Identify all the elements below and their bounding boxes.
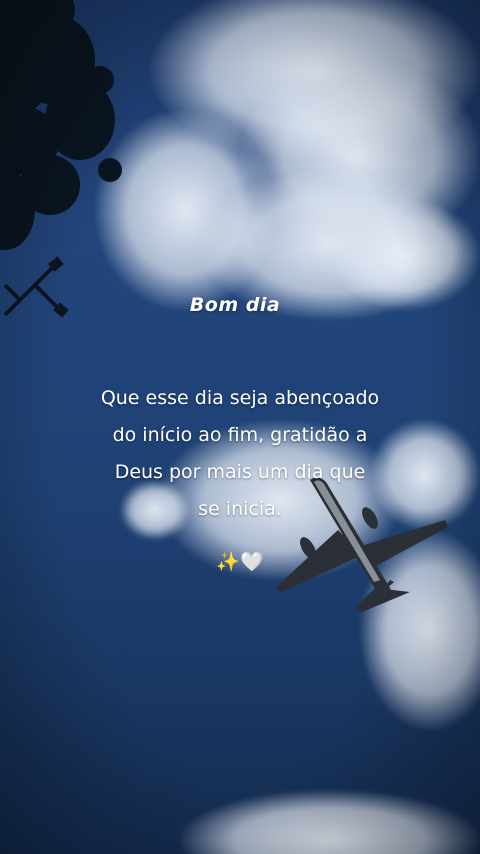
cloud bbox=[180, 790, 480, 854]
tree-silhouette bbox=[0, 0, 122, 250]
sparkle-heart-emojis: ✨🤍 bbox=[216, 551, 264, 573]
message-text: Que esse dia seja abençoado do início ao… bbox=[60, 380, 420, 528]
message-line: Que esse dia seja abençoado bbox=[100, 387, 380, 409]
greeting-title: Bom dia bbox=[189, 294, 281, 316]
message-line: se inicia. bbox=[198, 498, 282, 520]
message-line: do início ao fim, gratidão a bbox=[112, 424, 368, 446]
message-line: Deus por mais um dia que bbox=[114, 461, 366, 483]
